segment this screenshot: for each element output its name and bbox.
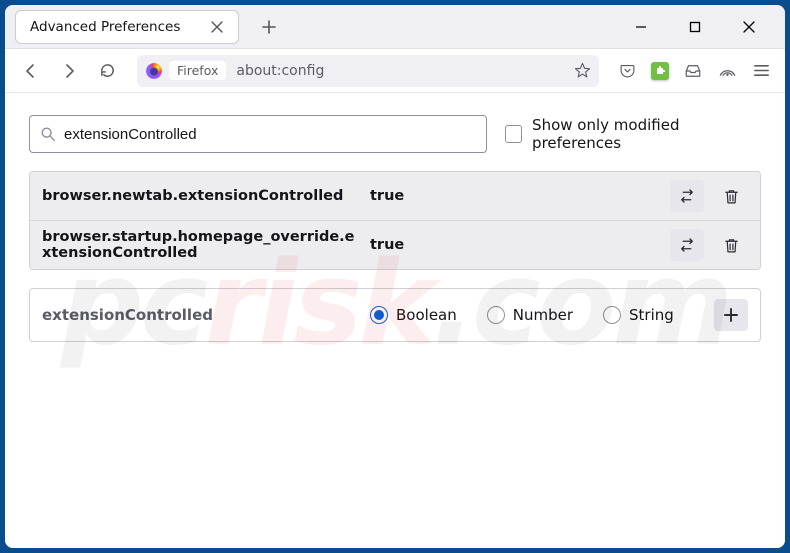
back-button[interactable] (15, 55, 47, 87)
activity-icon[interactable] (717, 61, 737, 81)
pref-value: true (370, 188, 660, 204)
search-row: Show only modified preferences (29, 115, 761, 153)
about-config-content: Show only modified preferences browser.n… (5, 93, 785, 548)
minimize-button[interactable] (627, 13, 655, 41)
forward-button[interactable] (53, 55, 85, 87)
toggle-button[interactable] (670, 229, 704, 261)
identity-label: Firefox (169, 61, 226, 80)
add-button[interactable] (714, 299, 748, 331)
new-tab-button[interactable] (253, 11, 285, 43)
inbox-icon[interactable] (683, 61, 703, 81)
maximize-button[interactable] (681, 13, 709, 41)
radio-boolean[interactable]: Boolean (370, 306, 457, 324)
radio-string[interactable]: String (603, 306, 674, 324)
close-tab-icon[interactable] (210, 20, 224, 34)
show-modified-checkbox[interactable] (505, 125, 522, 143)
add-pref-row: extensionControlled Boolean Number Strin… (29, 288, 761, 342)
prefs-table: browser.newtab.extensionControlled true … (29, 171, 761, 270)
pref-search-input[interactable] (64, 126, 476, 143)
url-text: about:config (236, 63, 324, 79)
show-modified-label: Show only modified preferences (532, 116, 761, 152)
titlebar: Advanced Preferences (5, 5, 785, 49)
search-icon (40, 126, 56, 142)
toggle-button[interactable] (670, 180, 704, 212)
tab-title: Advanced Preferences (30, 19, 180, 35)
pref-search-box[interactable] (29, 115, 487, 153)
type-radio-group: Boolean Number String (370, 306, 704, 324)
browser-window: Advanced Preferences (5, 5, 785, 548)
active-tab[interactable]: Advanced Preferences (15, 10, 239, 44)
delete-button[interactable] (714, 180, 748, 212)
radio-label: Boolean (396, 306, 457, 324)
menu-icon[interactable] (751, 61, 771, 81)
bookmark-star-icon[interactable] (573, 62, 591, 80)
toolbar-icons (613, 61, 775, 81)
firefox-icon (145, 62, 163, 80)
radio-label: String (629, 306, 674, 324)
radio-input[interactable] (603, 306, 621, 324)
extension-icon[interactable] (651, 62, 669, 80)
delete-button[interactable] (714, 229, 748, 261)
pref-name: browser.startup.homepage_override.extens… (42, 229, 360, 261)
url-bar[interactable]: Firefox about:config (137, 55, 599, 87)
show-modified-row[interactable]: Show only modified preferences (505, 116, 761, 152)
new-pref-name: extensionControlled (42, 306, 360, 324)
nav-toolbar: Firefox about:config (5, 49, 785, 93)
radio-label: Number (513, 306, 573, 324)
pocket-icon[interactable] (617, 61, 637, 81)
reload-button[interactable] (91, 55, 123, 87)
radio-input[interactable] (487, 306, 505, 324)
pref-row[interactable]: browser.startup.homepage_override.extens… (30, 220, 760, 269)
pref-name: browser.newtab.extensionControlled (42, 188, 360, 204)
radio-number[interactable]: Number (487, 306, 573, 324)
window-controls (627, 13, 785, 41)
radio-input[interactable] (370, 306, 388, 324)
pref-row[interactable]: browser.newtab.extensionControlled true (30, 172, 760, 220)
pref-value: true (370, 237, 660, 253)
close-window-button[interactable] (735, 13, 763, 41)
